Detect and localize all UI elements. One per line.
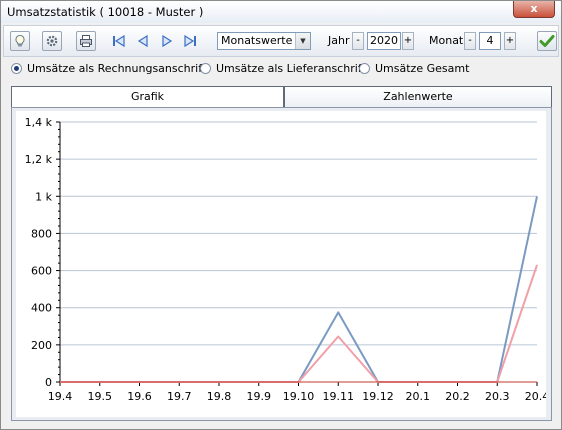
radio-label: Umsätze als Lieferanschrift [216,61,366,75]
close-button[interactable]: x [513,1,555,18]
radio-lieferanschrift[interactable]: Umsätze als Lieferanschrift [200,61,366,75]
x-tick-label: 19.12 [362,390,394,403]
x-tick-label: 20.2 [445,390,470,403]
y-tick-label: 800 [31,227,52,240]
print-icon [80,35,92,47]
radio-indicator[interactable] [200,62,211,74]
x-tick-label: 19.9 [247,390,272,403]
radio-gesamt[interactable]: Umsätze Gesamt [359,61,469,75]
x-tick-label: 20.4 [525,390,546,403]
series-1-line [60,196,538,383]
window-title: Umsatzstatistik ( 10018 - Muster ) [7,5,204,19]
y-tick-label: 0 [45,376,52,389]
year-increment-button[interactable]: + [402,32,414,50]
apply-button[interactable] [537,31,557,51]
toolbar: Monatswerte ▼ Jahr - 2020 + Monat - 4 + [3,25,559,57]
month-label: Monat [429,34,464,47]
chevron-down-icon[interactable]: ▼ [295,33,310,49]
settings-icon [46,35,58,47]
first-icon [113,34,125,48]
tab-grafik[interactable]: Grafik [11,86,284,108]
x-tick-label: 20.1 [406,390,431,403]
last-icon [184,34,196,48]
month-input[interactable]: 4 [479,32,501,50]
year-input[interactable]: 2020 [367,32,401,50]
period-select[interactable]: Monatswerte ▼ [217,32,311,50]
x-tick-label: 19.4 [48,390,73,403]
x-tick-label: 19.5 [88,390,113,403]
address-type-radio-group: Umsätze als Rechnungsanschrift Umsätze a… [1,59,561,77]
year-decrement-button[interactable]: - [352,32,364,50]
y-tick-label: 1 k [35,190,52,203]
tab-bar: Grafik Zahlenwerte [11,86,552,108]
window: Umsatzstatistik ( 10018 - Muster ) x Mon… [0,0,562,430]
tab-zahlenwerte[interactable]: Zahlenwerte [284,86,552,108]
title-bar: Umsatzstatistik ( 10018 - Muster ) x [1,1,561,23]
x-tick-label: 20.3 [485,390,510,403]
radio-label: Umsätze als Rechnungsanschrift [27,61,207,75]
prev-icon [137,34,148,48]
first-record-button[interactable] [110,31,128,51]
radio-rechnungsanschrift[interactable]: Umsätze als Rechnungsanschrift [11,61,206,75]
radio-label: Umsätze Gesamt [375,61,470,75]
y-tick-label: 200 [31,339,52,352]
x-tick-label: 19.10 [283,390,315,403]
print-button[interactable] [76,31,96,51]
radio-indicator[interactable] [11,62,22,74]
y-tick-label: 600 [31,265,52,278]
lightbulb-icon [15,34,25,47]
period-select-value: Monatswerte [221,34,293,47]
y-tick-label: 1,4 k [25,116,53,129]
last-record-button[interactable] [181,31,199,51]
month-increment-button[interactable]: + [504,32,516,50]
line-chart: 0 200 400 600 800 1 k 1,2 k 1,4 k 19.4 19.5 19.6 19… [25,116,546,403]
month-decrement-button[interactable]: - [464,32,476,50]
next-record-button[interactable] [158,31,176,51]
x-tick-label: 19.11 [323,390,355,403]
radio-indicator[interactable] [359,62,370,74]
previous-record-button[interactable] [134,31,152,51]
x-tick-label: 19.8 [207,390,232,403]
series-2-line [60,264,538,383]
year-label: Jahr [328,34,350,47]
x-tick-label: 19.7 [167,390,192,403]
lightbulb-button[interactable] [10,31,30,51]
y-tick-label: 400 [31,302,52,315]
chart-area: 0 200 400 600 800 1 k 1,2 k 1,4 k 19.4 19.5 19.6 19… [16,111,546,417]
next-icon [162,34,173,48]
checkmark-icon [539,35,555,47]
y-tick-label: 1,2 k [25,153,53,166]
settings-button[interactable] [42,31,62,51]
x-tick-label: 19.6 [127,390,152,403]
